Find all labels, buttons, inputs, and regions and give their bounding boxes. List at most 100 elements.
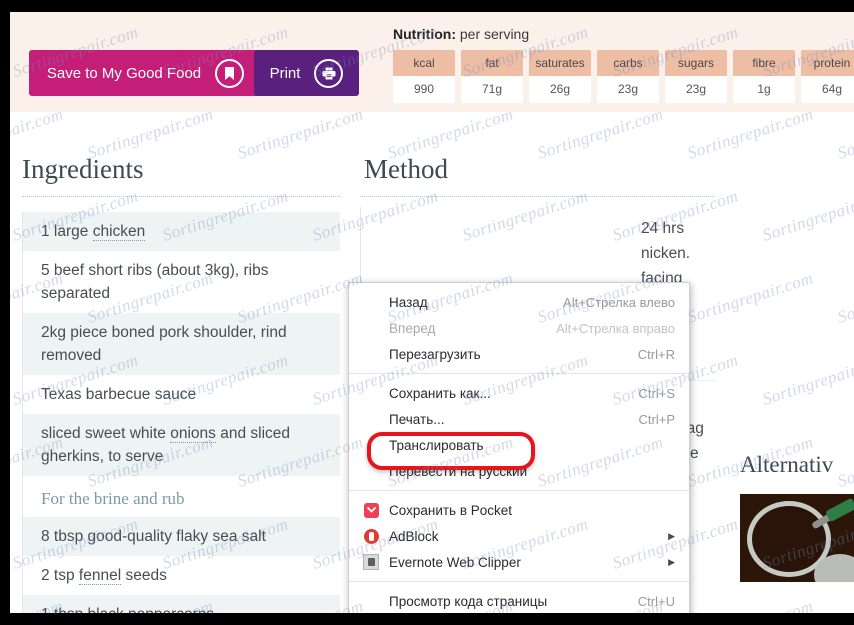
print-button[interactable]: Print bbox=[254, 50, 359, 96]
nutrition-cell: fat71g bbox=[461, 50, 523, 103]
context-menu-item[interactable]: Вперед Alt+Стрелка вправо bbox=[349, 315, 689, 341]
nutrition-column-header: sugars bbox=[665, 50, 727, 76]
context-menu-item[interactable]: Evernote Web Clipper ▶ bbox=[349, 549, 689, 575]
nutrition-cell: kcal990 bbox=[393, 50, 455, 103]
save-button-label: Save to My Good Food bbox=[47, 65, 201, 82]
bookmark-icon bbox=[215, 59, 244, 88]
browser-context-menu[interactable]: Назад Alt+Стрелка влево Вперед Alt+Стрелка … bbox=[348, 282, 690, 613]
ingredients-heading: Ingredients bbox=[22, 112, 340, 185]
context-menu-item[interactable]: AdBlock ▶ bbox=[349, 523, 689, 549]
context-menu-item-shortcut: Alt+Стрелка влево bbox=[563, 295, 675, 310]
nutrition-column-value: 23g bbox=[665, 76, 727, 103]
nutrition-column-header: fat bbox=[461, 50, 523, 76]
context-menu-item-shortcut: Ctrl+R bbox=[638, 347, 675, 362]
print-button-label: Print bbox=[270, 65, 301, 82]
nutrition-cell: fibre1g bbox=[733, 50, 795, 103]
printer-icon bbox=[314, 59, 343, 88]
alternative-heading: Alternativ bbox=[740, 452, 854, 478]
method-step-1-fragment: 24 hrs bbox=[641, 216, 716, 241]
ingredients-column: Ingredients 1 large chicken5 beef short … bbox=[22, 112, 340, 613]
nutrition-title-value: per serving bbox=[460, 26, 529, 42]
nutrition-column-value: 1g bbox=[733, 76, 795, 103]
pocket-icon bbox=[361, 502, 381, 518]
ingredient-item: 2kg piece boned pork shoulder, rind remo… bbox=[23, 313, 340, 375]
context-menu-item-label: Evernote Web Clipper bbox=[389, 555, 652, 570]
context-menu-item-label: Вперед bbox=[389, 321, 536, 336]
nutrition-column-value: 23g bbox=[597, 76, 659, 103]
ingredient-item: Texas barbecue sauce bbox=[23, 375, 340, 414]
ingredient-glossary-link[interactable]: chicken bbox=[93, 223, 146, 241]
context-menu-item-label: Сохранить как... bbox=[389, 386, 619, 401]
nutrition-column-value: 990 bbox=[393, 76, 455, 103]
context-menu-item[interactable]: Транслировать bbox=[349, 432, 689, 458]
menu-item-icon-placeholder bbox=[361, 346, 381, 362]
pan-handle-shape bbox=[811, 501, 853, 529]
ingredient-item: sliced sweet white onions and sliced ghe… bbox=[23, 414, 340, 476]
menu-item-icon-placeholder bbox=[361, 294, 381, 310]
adblock-icon bbox=[361, 528, 381, 544]
context-menu-item-label: Транслировать bbox=[389, 438, 675, 453]
context-menu-item-shortcut: Alt+Стрелка вправо bbox=[556, 321, 675, 336]
context-menu-item-label: Назад bbox=[389, 295, 543, 310]
ingredient-item: 8 tbsp good-quality flaky sea salt bbox=[23, 517, 340, 556]
chevron-right-icon: ▶ bbox=[668, 531, 675, 542]
context-menu-item-label: Просмотр кода страницы bbox=[389, 594, 618, 609]
method-heading: Method bbox=[360, 112, 854, 185]
context-menu-item[interactable]: Сохранить в Pocket bbox=[349, 497, 689, 523]
ingredients-list: 1 large chicken5 beef short ribs (about … bbox=[22, 212, 340, 613]
ingredients-subheading: For the brine and rub bbox=[23, 476, 340, 517]
nutrition-column-header: fibre bbox=[733, 50, 795, 76]
nutrition-column-header: kcal bbox=[393, 50, 455, 76]
ingredient-glossary-link[interactable]: fennel bbox=[79, 567, 121, 585]
recipe-action-bar: Save to My Good Food Print bbox=[10, 12, 854, 112]
nutrition-title: Nutrition: per serving bbox=[393, 26, 854, 42]
nutrition-cell: protein64g bbox=[801, 50, 854, 103]
evernote-icon bbox=[361, 554, 381, 570]
menu-item-icon-placeholder bbox=[361, 463, 381, 479]
ingredient-item: 1 tbsp black peppercorns bbox=[23, 595, 340, 613]
context-menu-item-label: Перевести на русский bbox=[389, 464, 675, 479]
nutrition-column-header: protein bbox=[801, 50, 854, 76]
save-to-my-good-food-button[interactable]: Save to My Good Food bbox=[29, 50, 262, 96]
context-menu-item[interactable]: Назад Alt+Стрелка влево bbox=[349, 289, 689, 315]
recipe-content: Ingredients 1 large chicken5 beef short … bbox=[10, 112, 854, 613]
menu-item-icon-placeholder bbox=[361, 411, 381, 427]
context-menu-item-label: AdBlock bbox=[389, 529, 652, 544]
context-menu-item-shortcut: Ctrl+P bbox=[639, 412, 675, 427]
pan-lid-shape bbox=[814, 554, 854, 582]
context-menu-item[interactable]: Перезагрузить Ctrl+R bbox=[349, 341, 689, 367]
nutrition-table: kcal990fat71gsaturates26gcarbs23gsugars2… bbox=[393, 50, 854, 103]
ingredients-divider bbox=[22, 196, 340, 197]
context-menu-item-shortcut: Ctrl+S bbox=[639, 386, 675, 401]
context-menu-item[interactable]: Печать... Ctrl+P bbox=[349, 406, 689, 432]
menu-item-icon-placeholder bbox=[361, 320, 381, 336]
menu-separator bbox=[349, 581, 689, 582]
ingredient-item: 5 beef short ribs (about 3kg), ribs sepa… bbox=[23, 251, 340, 313]
method-divider bbox=[360, 196, 715, 197]
menu-item-icon-placeholder bbox=[361, 385, 381, 401]
nutrition-title-label: Nutrition: bbox=[393, 26, 456, 42]
nutrition-column-value: 26g bbox=[529, 76, 591, 103]
nutrition-column-header: carbs bbox=[597, 50, 659, 76]
chevron-right-icon: ▶ bbox=[668, 557, 675, 568]
nutrition-cell: sugars23g bbox=[665, 50, 727, 103]
ingredient-glossary-link[interactable]: onions bbox=[170, 425, 216, 443]
context-menu-item[interactable]: Сохранить как... Ctrl+S bbox=[349, 380, 689, 406]
alternative-thumbnail-image[interactable] bbox=[740, 494, 854, 582]
context-menu-item[interactable]: Перевести на русский bbox=[349, 458, 689, 484]
nutrition-panel: Nutrition: per serving kcal990fat71gsatu… bbox=[393, 26, 854, 103]
alternative-panel: Alternativ bbox=[740, 452, 854, 582]
menu-item-icon-placeholder bbox=[361, 593, 381, 609]
nutrition-cell: carbs23g bbox=[597, 50, 659, 103]
screenshot-frame: Save to My Good Food Print bbox=[0, 0, 854, 625]
nutrition-cell: saturates26g bbox=[529, 50, 591, 103]
context-menu-item[interactable]: Просмотр кода страницыCtrl+U bbox=[349, 588, 689, 613]
menu-separator bbox=[349, 373, 689, 374]
context-menu-item-label: Сохранить в Pocket bbox=[389, 503, 675, 518]
context-menu-item-label: Перезагрузить bbox=[389, 347, 618, 362]
menu-separator bbox=[349, 490, 689, 491]
ingredient-item: 1 large chicken bbox=[23, 212, 340, 251]
nutrition-column-value: 71g bbox=[461, 76, 523, 103]
menu-item-icon-placeholder bbox=[361, 437, 381, 453]
context-menu-item-label: Печать... bbox=[389, 412, 619, 427]
